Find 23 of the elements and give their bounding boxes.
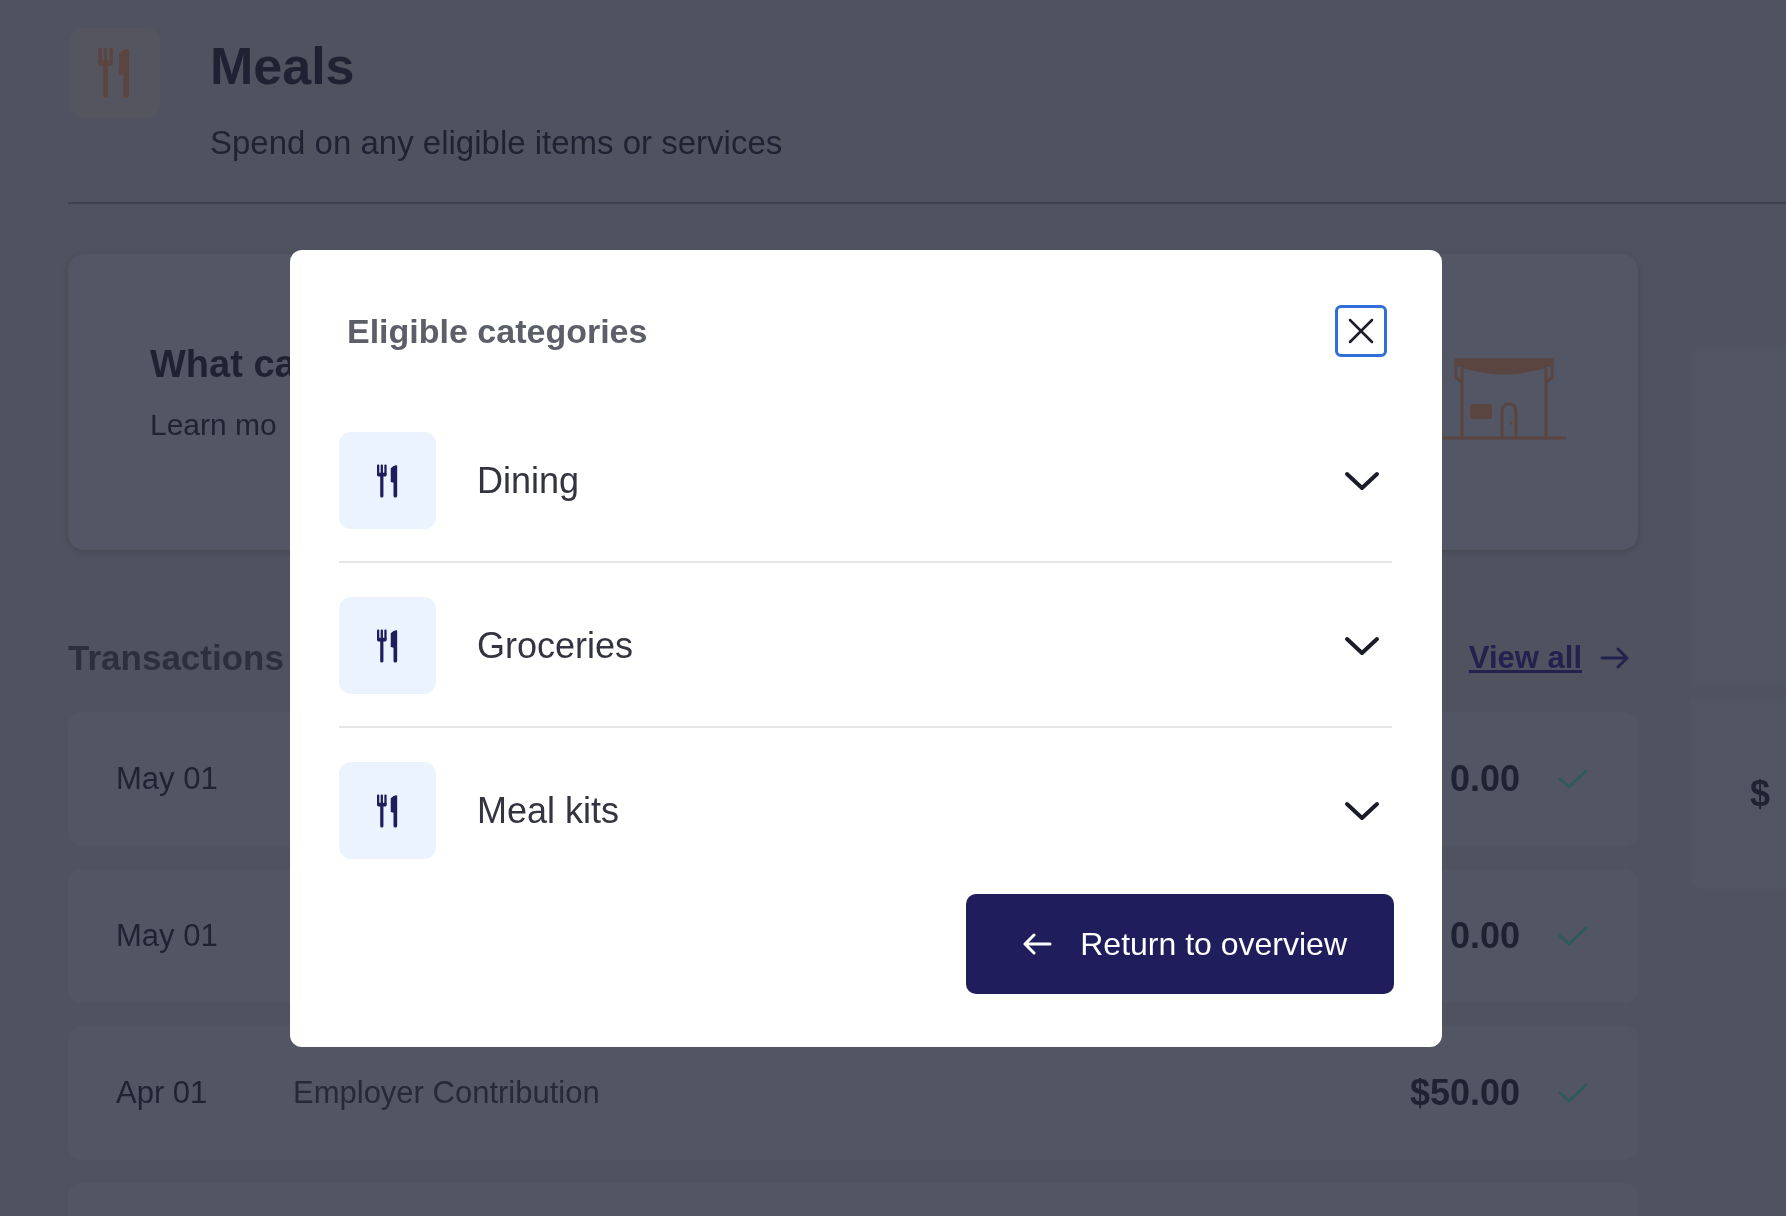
- chevron-down-icon[interactable]: [1344, 634, 1380, 657]
- category-row[interactable]: Groceries: [339, 563, 1392, 728]
- category-row[interactable]: Meal kits: [339, 728, 1392, 891]
- return-button[interactable]: Return to overview: [966, 894, 1394, 994]
- checkmark-icon: [1558, 925, 1588, 947]
- checkmark-icon: [1558, 1082, 1588, 1104]
- side-card-text: $: [1750, 773, 1771, 815]
- chevron-down-icon[interactable]: [1344, 799, 1380, 822]
- fork-knife-icon: [376, 463, 399, 498]
- category-row[interactable]: Dining: [339, 432, 1392, 563]
- category-label: Dining: [477, 459, 581, 502]
- category-label: Meal kits: [477, 789, 621, 832]
- fork-knife-icon: [98, 48, 132, 98]
- close-button[interactable]: [1335, 305, 1387, 357]
- arrow-left-icon: [1022, 933, 1053, 955]
- fork-knife-icon: [376, 628, 399, 663]
- category-label: Groceries: [477, 624, 635, 667]
- checkmark-icon: [1558, 768, 1588, 790]
- fork-knife-icon: [376, 793, 399, 828]
- arrow-right-icon: [1600, 647, 1630, 669]
- chevron-down-icon[interactable]: [1344, 469, 1380, 492]
- close-icon: [1347, 317, 1375, 345]
- modal-title: Eligible categories: [347, 311, 648, 351]
